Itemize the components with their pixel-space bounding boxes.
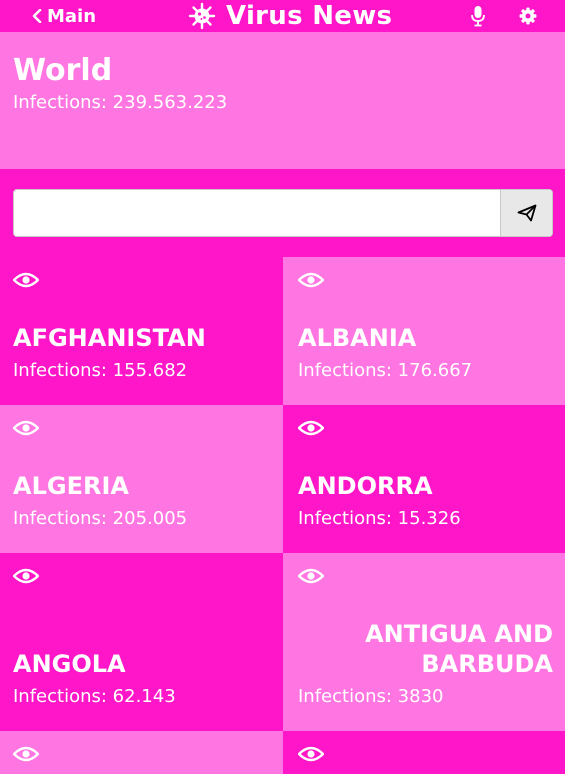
world-title: World	[13, 53, 113, 88]
country-infections: Infections: 176.667	[298, 360, 473, 381]
world-summary: World Infections: 239.563.223	[0, 32, 565, 169]
eye-icon	[13, 568, 39, 584]
country-name: ALGERIA	[13, 472, 129, 500]
eye-icon	[13, 420, 39, 436]
search-section	[0, 169, 565, 257]
country-name: AFGHANISTAN	[13, 324, 206, 352]
eye-icon	[298, 420, 324, 436]
country-tile-antigua-and-barbuda[interactable]: ANTIGUA AND BARBUDA Infections: 3830	[283, 553, 565, 731]
back-button[interactable]: Main	[32, 4, 96, 28]
country-tile-andorra[interactable]: ANDORRA Infections: 15.326	[283, 405, 565, 553]
eye-icon	[13, 272, 39, 288]
back-button-label: Main	[47, 5, 97, 27]
settings-button[interactable]	[518, 5, 538, 27]
country-tile-afghanistan[interactable]: AFGHANISTAN Infections: 155.682	[0, 257, 283, 405]
search-box	[13, 189, 553, 237]
country-infections: Infections: 3830	[298, 686, 444, 707]
microphone-icon	[471, 6, 485, 27]
country-infections: Infections: 205.005	[13, 508, 188, 529]
send-button[interactable]	[500, 190, 552, 236]
country-name: ALBANIA	[298, 324, 417, 352]
country-tile-algeria[interactable]: ALGERIA Infections: 205.005	[0, 405, 283, 553]
chevron-left-icon	[32, 9, 42, 23]
country-name: ANDORRA	[298, 472, 433, 500]
app-title: Virus News	[226, 1, 393, 31]
virus-icon	[188, 2, 216, 30]
country-name: ANGOLA	[13, 650, 126, 678]
world-infections: Infections: 239.563.223	[13, 92, 228, 113]
country-infections: Infections: 15.326	[298, 508, 461, 529]
country-tile-albania[interactable]: ALBANIA Infections: 176.667	[283, 257, 565, 405]
country-infections: Infections: 62.143	[13, 686, 176, 707]
gear-icon	[519, 7, 537, 25]
country-infections: Infections: 155.682	[13, 360, 188, 381]
country-tile-angola[interactable]: ANGOLA Infections: 62.143	[0, 553, 283, 731]
eye-icon	[298, 746, 324, 762]
app-brand: Virus News	[188, 0, 392, 32]
eye-icon	[298, 568, 324, 584]
country-tile[interactable]	[283, 731, 565, 774]
send-icon	[517, 204, 536, 222]
microphone-button[interactable]	[470, 4, 486, 28]
country-name: ANTIGUA AND BARBUDA	[365, 620, 553, 678]
eye-icon	[13, 746, 39, 762]
country-tile[interactable]	[0, 731, 283, 774]
top-bar: Main Virus News	[0, 0, 565, 32]
search-input[interactable]	[14, 190, 500, 236]
eye-icon	[298, 272, 324, 288]
